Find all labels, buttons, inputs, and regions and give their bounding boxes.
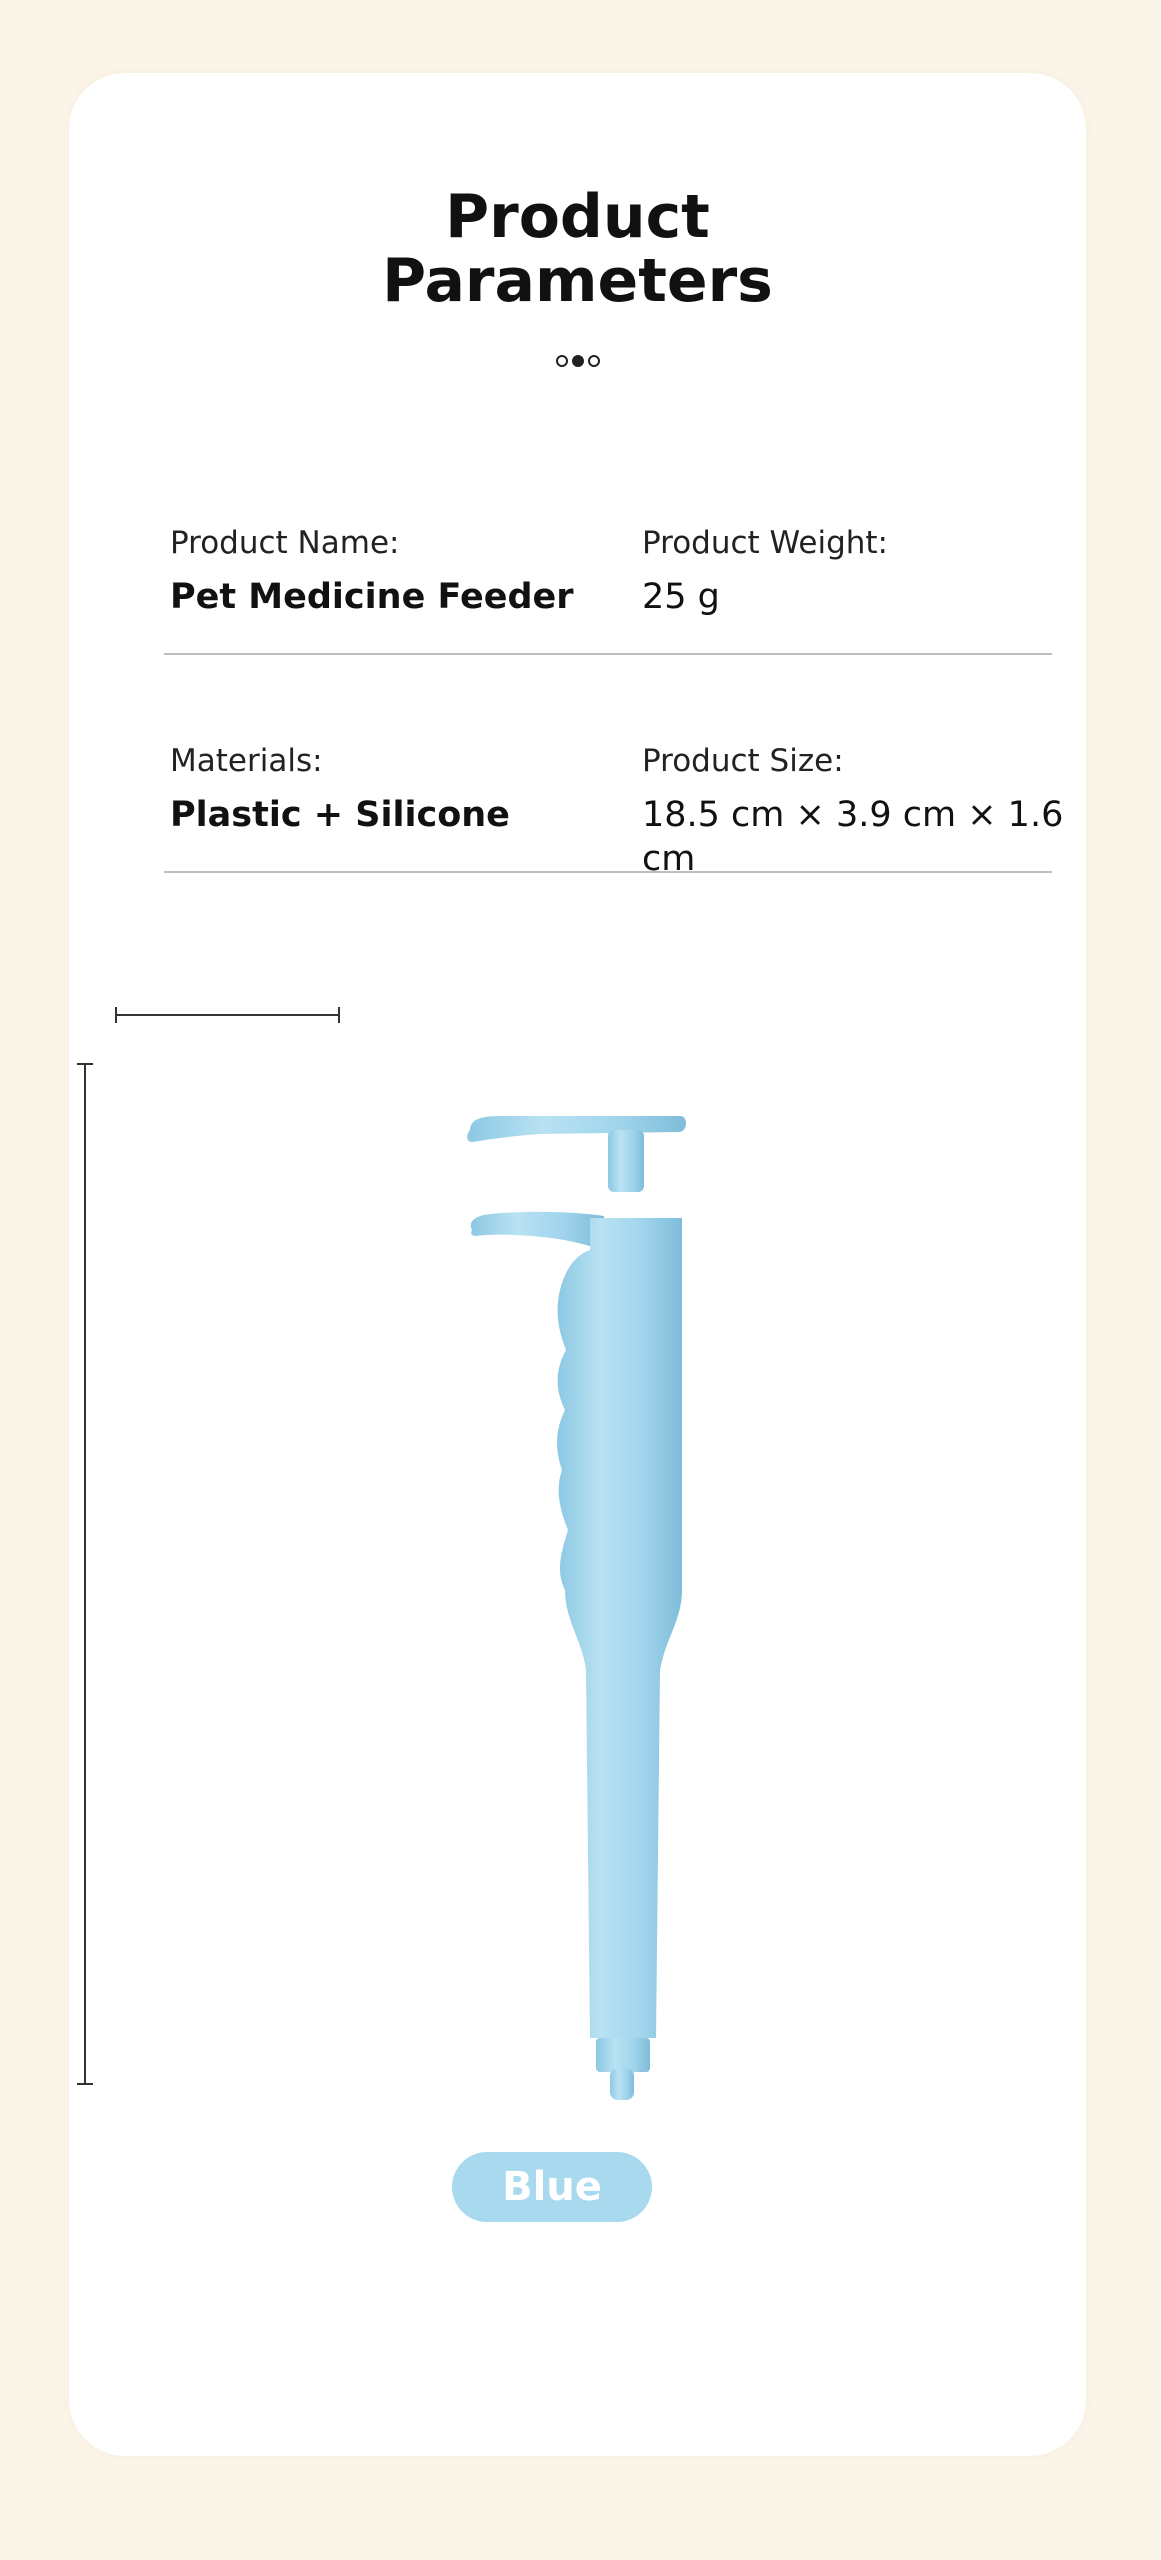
- page-title: Product Parameters: [69, 185, 1086, 313]
- carousel-dots: [69, 355, 1086, 367]
- param-product-weight: Product Weight: 25 g: [642, 523, 888, 619]
- param-value: 18.5 cm × 3.9 cm × 1.6 cm: [642, 795, 1064, 879]
- param-materials: Materials: Plastic + Silicone: [170, 741, 510, 837]
- color-option-badge[interactable]: Blue: [452, 2152, 652, 2222]
- width-dimension-indicator: [115, 1007, 340, 1023]
- title-line-1: Product: [445, 182, 710, 252]
- pet-medicine-feeder-image: [467, 1116, 686, 2100]
- param-label: Product Weight:: [642, 525, 889, 561]
- param-value: Pet Medicine Feeder: [170, 577, 574, 617]
- carousel-dot-3[interactable]: [587, 355, 600, 367]
- carousel-dot-2-active[interactable]: [571, 355, 584, 367]
- param-label: Product Name:: [170, 525, 400, 561]
- param-value: 25 g: [642, 577, 720, 617]
- length-dimension-indicator: [77, 1063, 93, 2085]
- divider: [164, 871, 1052, 873]
- param-product-size: Product Size: 18.5 cm × 3.9 cm × 1.6 cm: [642, 741, 1086, 881]
- divider: [164, 653, 1052, 655]
- title-line-2: Parameters: [382, 246, 773, 316]
- param-label: Materials:: [170, 743, 323, 779]
- param-value: Plastic + Silicone: [170, 795, 510, 835]
- carousel-dot-1[interactable]: [555, 355, 568, 367]
- param-label: Product Size:: [642, 743, 844, 779]
- param-product-name: Product Name: Pet Medicine Feeder: [170, 523, 574, 619]
